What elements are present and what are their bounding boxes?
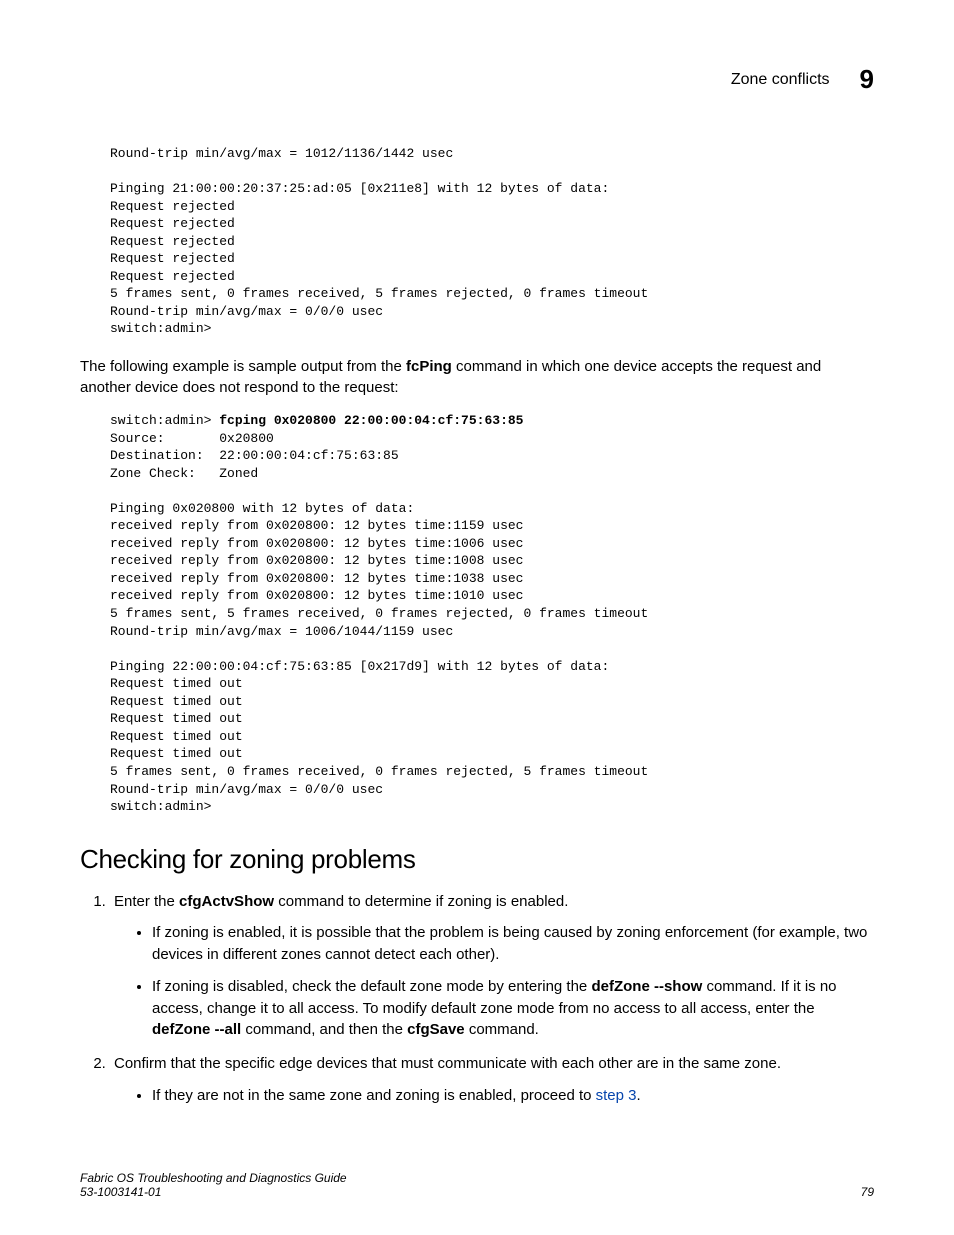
step-1-bullet-2: If zoning is disabled, check the default…	[152, 976, 874, 1041]
step-2-bullet-1: If they are not in the same zone and zon…	[152, 1085, 874, 1107]
chapter-number: 9	[860, 64, 874, 95]
link-step-3[interactable]: step 3	[596, 1087, 637, 1104]
step-1: Enter the cfgActvShow command to determi…	[110, 891, 874, 1042]
code-sample-1: Round-trip min/avg/max = 1012/1136/1442 …	[110, 145, 874, 338]
section-heading: Checking for zoning problems	[80, 844, 874, 875]
procedure-steps: Enter the cfgActvShow command to determi…	[90, 891, 874, 1107]
step-1-bullets: If zoning is enabled, it is possible tha…	[134, 922, 874, 1041]
cmd-defzone-show: defZone --show	[591, 978, 702, 995]
step-2-bullets: If they are not in the same zone and zon…	[134, 1085, 874, 1107]
footer-page-number: 79	[861, 1185, 874, 1199]
header-title: Zone conflicts	[731, 71, 830, 89]
footer-doc-number: 53-1003141-01	[80, 1185, 347, 1199]
page-footer: Fabric OS Troubleshooting and Diagnostic…	[80, 1171, 874, 1199]
cmd-defzone-all: defZone --all	[152, 1021, 241, 1038]
cmd-fcping: fcPing	[406, 358, 452, 375]
para-intro-2: The following example is sample output f…	[80, 356, 874, 398]
running-header: Zone conflicts 9	[80, 64, 874, 95]
code-sample-2: switch:admin> fcping 0x020800 22:00:00:0…	[110, 412, 874, 816]
cmd-cfgsave: cfgSave	[407, 1021, 465, 1038]
step-1-bullet-1: If zoning is enabled, it is possible tha…	[152, 922, 874, 966]
cmd-cfgactvshow: cfgActvShow	[179, 893, 274, 910]
step-2: Confirm that the specific edge devices t…	[110, 1053, 874, 1107]
footer-doc-title: Fabric OS Troubleshooting and Diagnostic…	[80, 1171, 347, 1185]
